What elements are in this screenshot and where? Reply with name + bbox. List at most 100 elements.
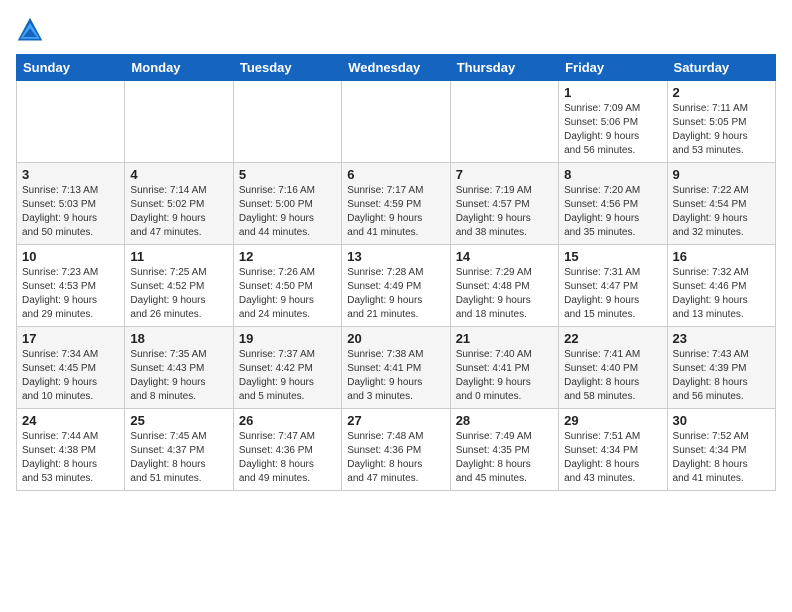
day-number: 11 [130,249,227,264]
day-info: Sunrise: 7:49 AMSunset: 4:35 PMDaylight:… [456,430,553,486]
day-number: 22 [564,331,661,346]
day-number: 24 [22,413,119,428]
day-cell: 14Sunrise: 7:29 AMSunset: 4:48 PMDayligh… [450,245,558,327]
day-cell: 12 Sunrise: 7:26 AMSunset: 4:50 PMDayligh… [233,245,341,327]
day-number: 5 [239,167,336,182]
day-number: 21 [456,331,553,346]
day-info: Sunrise: 7:28 AMSunset: 4:49 PMDaylight:… [347,266,444,322]
day-number: 27 [347,413,444,428]
day-cell: 15 Sunrise: 7:31 AMSunset: 4:47 PMDayligh… [559,245,667,327]
day-cell: 24 Sunrise: 7:44 AMSunset: 4:38 PMDayligh… [17,409,125,491]
day-info: Sunrise: 7:31 AMSunset: 4:47 PMDaylight:… [564,266,661,322]
day-number: 26 [239,413,336,428]
day-info: Sunrise: 7:43 AMSunset: 4:39 PMDaylight:… [673,348,770,404]
day-info: Sunrise: 7:29 AMSunset: 4:48 PMDaylight:… [456,266,553,322]
day-info: Sunrise: 7:52 AMSunset: 4:34 PMDaylight:… [673,430,770,486]
day-number: 25 [130,413,227,428]
day-info: Sunrise: 7:48 AMSunset: 4:36 PMDaylight:… [347,430,444,486]
day-number: 30 [673,413,770,428]
day-info: Sunrise: 7:44 AMSunset: 4:38 PMDaylight:… [22,430,119,486]
day-number: 2 [673,85,770,100]
day-number: 13 [347,249,444,264]
day-number: 29 [564,413,661,428]
week-row-3: 17 Sunrise: 7:34 AMSunset: 4:45 PMDayligh… [17,327,776,409]
day-info: Sunrise: 7:41 AMSunset: 4:40 PMDaylight:… [564,348,661,404]
calendar: SundayMondayTuesdayWednesdayThursdayFrid… [16,54,776,491]
day-info: Sunrise: 7:25 AMSunset: 4:52 PMDaylight:… [130,266,227,322]
week-row-4: 24 Sunrise: 7:44 AMSunset: 4:38 PMDayligh… [17,409,776,491]
day-info: Sunrise: 7:17 AMSunset: 4:59 PMDaylight:… [347,184,444,240]
weekday-header-friday: Friday [559,55,667,81]
weekday-header-tuesday: Tuesday [233,55,341,81]
day-number: 10 [22,249,119,264]
day-info: Sunrise: 7:34 AMSunset: 4:45 PMDaylight:… [22,348,119,404]
day-number: 9 [673,167,770,182]
day-cell: 25Sunrise: 7:45 AMSunset: 4:37 PMDayligh… [125,409,233,491]
day-info: Sunrise: 7:22 AMSunset: 4:54 PMDaylight:… [673,184,770,240]
day-cell: 29 Sunrise: 7:51 AMSunset: 4:34 PMDayligh… [559,409,667,491]
day-cell: 6 Sunrise: 7:17 AMSunset: 4:59 PMDaylight… [342,163,450,245]
day-cell: 28 Sunrise: 7:49 AMSunset: 4:35 PMDayligh… [450,409,558,491]
day-cell [17,81,125,163]
day-cell: 13 Sunrise: 7:28 AMSunset: 4:49 PMDayligh… [342,245,450,327]
day-info: Sunrise: 7:35 AMSunset: 4:43 PMDaylight:… [130,348,227,404]
day-cell: 27 Sunrise: 7:48 AMSunset: 4:36 PMDayligh… [342,409,450,491]
week-row-1: 3 Sunrise: 7:13 AMSunset: 5:03 PMDaylight… [17,163,776,245]
logo-icon [16,16,44,44]
day-info: Sunrise: 7:13 AMSunset: 5:03 PMDaylight:… [22,184,119,240]
day-info: Sunrise: 7:26 AMSunset: 4:50 PMDaylight:… [239,266,336,322]
day-info: Sunrise: 7:51 AMSunset: 4:34 PMDaylight:… [564,430,661,486]
day-info: Sunrise: 7:23 AMSunset: 4:53 PMDaylight:… [22,266,119,322]
day-number: 19 [239,331,336,346]
day-info: Sunrise: 7:38 AMSunset: 4:41 PMDaylight:… [347,348,444,404]
day-number: 7 [456,167,553,182]
day-info: Sunrise: 7:20 AMSunset: 4:56 PMDaylight:… [564,184,661,240]
weekday-header-saturday: Saturday [667,55,775,81]
day-info: Sunrise: 7:11 AMSunset: 5:05 PMDaylight:… [673,102,770,158]
day-info: Sunrise: 7:14 AMSunset: 5:02 PMDaylight:… [130,184,227,240]
day-cell: 16 Sunrise: 7:32 AMSunset: 4:46 PMDayligh… [667,245,775,327]
day-number: 6 [347,167,444,182]
day-info: Sunrise: 7:40 AMSunset: 4:41 PMDaylight:… [456,348,553,404]
day-number: 8 [564,167,661,182]
day-info: Sunrise: 7:32 AMSunset: 4:46 PMDaylight:… [673,266,770,322]
day-cell [233,81,341,163]
day-number: 15 [564,249,661,264]
day-info: Sunrise: 7:09 AMSunset: 5:06 PMDaylight:… [564,102,661,158]
day-number: 17 [22,331,119,346]
day-cell: 4 Sunrise: 7:14 AMSunset: 5:02 PMDaylight… [125,163,233,245]
day-cell: 23Sunrise: 7:43 AMSunset: 4:39 PMDayligh… [667,327,775,409]
weekday-header-monday: Monday [125,55,233,81]
day-cell: 17 Sunrise: 7:34 AMSunset: 4:45 PMDayligh… [17,327,125,409]
day-cell: 9 Sunrise: 7:22 AMSunset: 4:54 PMDaylight… [667,163,775,245]
day-info: Sunrise: 7:37 AMSunset: 4:42 PMDaylight:… [239,348,336,404]
day-cell: 18 Sunrise: 7:35 AMSunset: 4:43 PMDayligh… [125,327,233,409]
day-info: Sunrise: 7:19 AMSunset: 4:57 PMDaylight:… [456,184,553,240]
day-cell: 11 Sunrise: 7:25 AMSunset: 4:52 PMDayligh… [125,245,233,327]
logo [16,16,48,44]
day-cell [125,81,233,163]
day-number: 16 [673,249,770,264]
day-cell: 10 Sunrise: 7:23 AMSunset: 4:53 PMDayligh… [17,245,125,327]
day-number: 18 [130,331,227,346]
day-number: 12 [239,249,336,264]
day-cell: 1Sunrise: 7:09 AMSunset: 5:06 PMDaylight… [559,81,667,163]
day-number: 4 [130,167,227,182]
day-cell [450,81,558,163]
day-cell: 30 Sunrise: 7:52 AMSunset: 4:34 PMDayligh… [667,409,775,491]
weekday-header-thursday: Thursday [450,55,558,81]
day-number: 20 [347,331,444,346]
day-number: 3 [22,167,119,182]
day-cell: 3 Sunrise: 7:13 AMSunset: 5:03 PMDaylight… [17,163,125,245]
day-cell: 2 Sunrise: 7:11 AMSunset: 5:05 PMDaylight… [667,81,775,163]
week-row-2: 10 Sunrise: 7:23 AMSunset: 4:53 PMDayligh… [17,245,776,327]
weekday-header-row: SundayMondayTuesdayWednesdayThursdayFrid… [17,55,776,81]
day-cell [342,81,450,163]
day-info: Sunrise: 7:47 AMSunset: 4:36 PMDaylight:… [239,430,336,486]
day-cell: 8 Sunrise: 7:20 AMSunset: 4:56 PMDaylight… [559,163,667,245]
day-cell: 19 Sunrise: 7:37 AMSunset: 4:42 PMDayligh… [233,327,341,409]
day-cell: 20 Sunrise: 7:38 AMSunset: 4:41 PMDayligh… [342,327,450,409]
week-row-0: 1Sunrise: 7:09 AMSunset: 5:06 PMDaylight… [17,81,776,163]
day-number: 28 [456,413,553,428]
day-cell: 26 Sunrise: 7:47 AMSunset: 4:36 PMDayligh… [233,409,341,491]
